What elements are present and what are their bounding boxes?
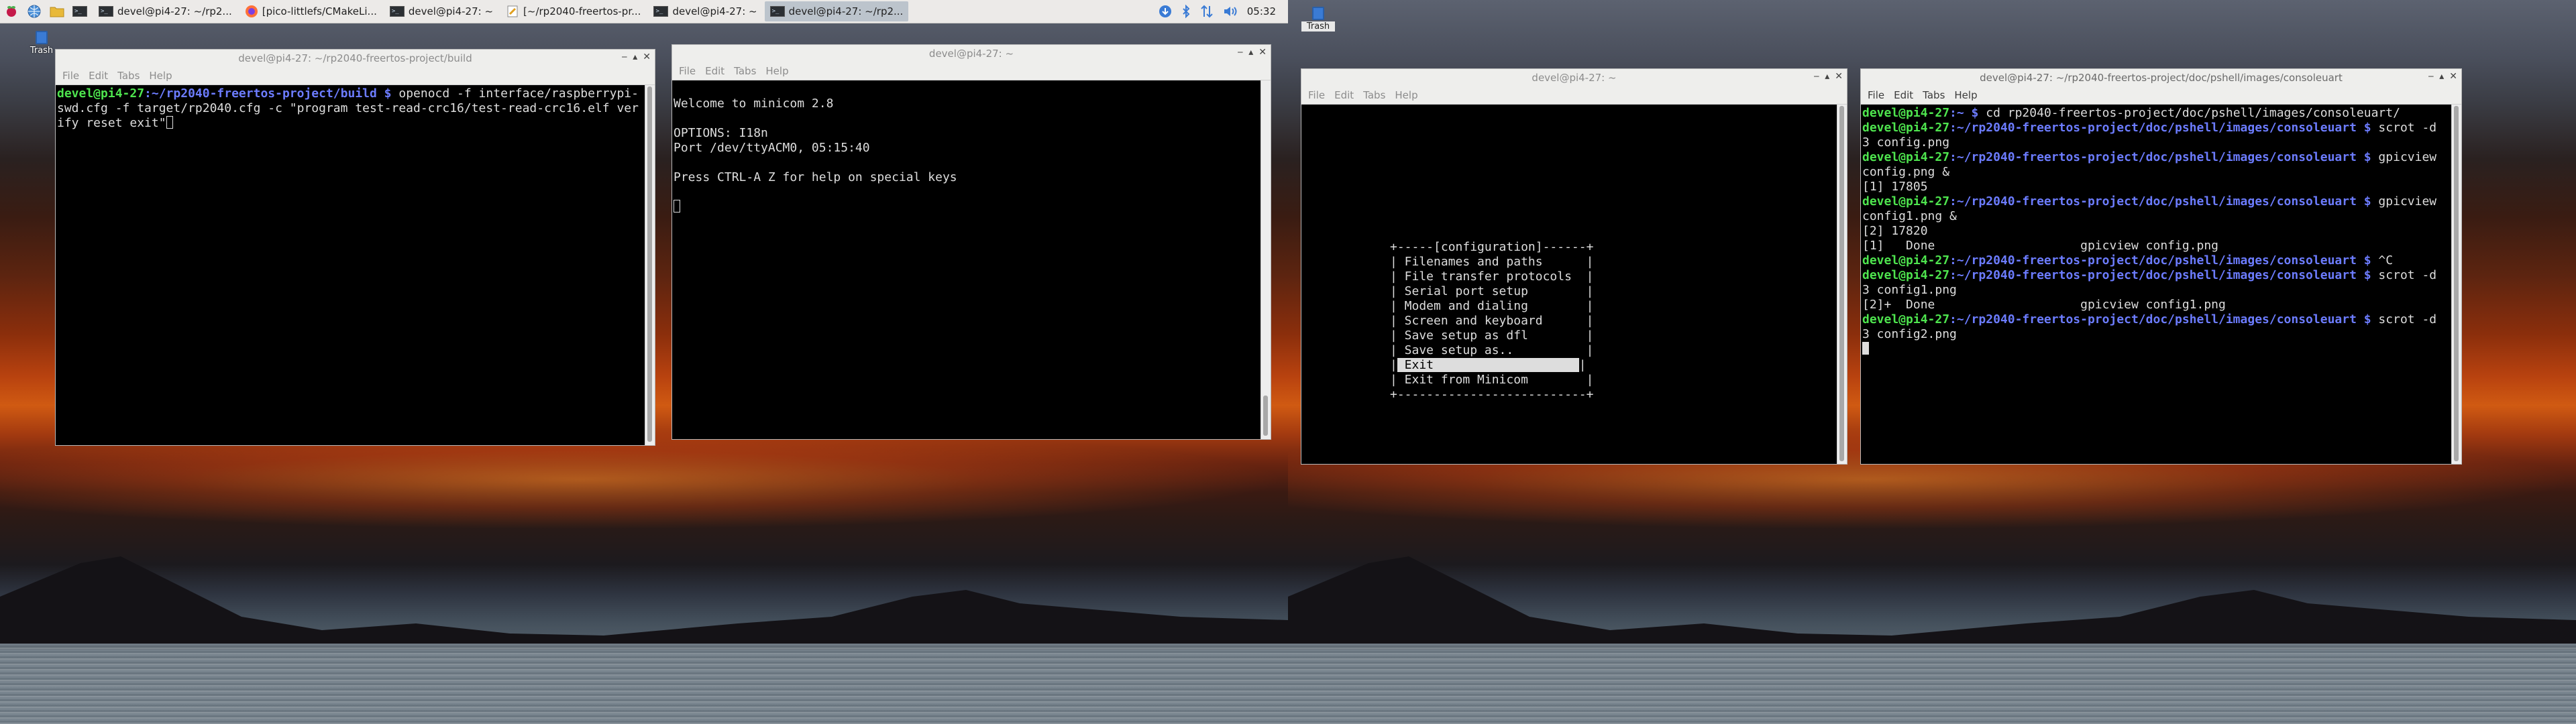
terminal-output[interactable]: devel@pi4-27:~ $ cd rp2040-freertos-proj… — [1861, 105, 2461, 464]
scrollbar-thumb[interactable] — [647, 86, 652, 442]
terminal-window-minicom-config[interactable]: devel@pi4-27: ~ ‒ ▴ ✕ File Edit Tabs Help … — [1301, 68, 1847, 465]
menu-tabs[interactable]: Tabs — [1923, 89, 1945, 101]
wallpaper-sea — [0, 644, 1288, 724]
desktop-right: Trash devel@pi4-27: ~ ‒ ▴ ✕ File Edit Tabs… — [1288, 0, 2576, 724]
window-titlebar[interactable]: devel@pi4-27: ~ ‒ ▴ ✕ — [1301, 69, 1847, 86]
menu-edit[interactable]: Edit — [1894, 89, 1913, 101]
desktop-left: >_ >_ devel@pi4-27: ~/rp2... [pico-little… — [0, 0, 1288, 724]
trash-icon — [1312, 7, 1324, 20]
trash-desktop-icon[interactable]: Trash — [25, 31, 58, 56]
menu-file[interactable]: File — [1868, 89, 1884, 101]
window-titlebar[interactable]: devel@pi4-27: ~/rp2040-freertos-project/… — [1861, 69, 2461, 86]
update-icon[interactable] — [1159, 5, 1172, 18]
terminal-window-shell[interactable]: devel@pi4-27: ~/rp2040-freertos-project/… — [1860, 68, 2462, 465]
taskbar-task-geany[interactable]: [~/rp2040-freertos-pr... — [500, 1, 646, 21]
trash-icon — [36, 31, 48, 44]
clock[interactable]: 05:32 — [1247, 5, 1276, 17]
taskbar-task-minicom[interactable]: >_ devel@pi4-27: ~ — [648, 1, 762, 21]
config-item-file-transfer[interactable]: | File transfer protocols | — [1390, 269, 1593, 284]
taskbar-task-terminal-home[interactable]: >_ devel@pi4-27: ~ — [384, 1, 498, 21]
terminal-window-minicom[interactable]: devel@pi4-27: ~ ‒ ▴ ✕ File Edit Tabs Help … — [672, 44, 1271, 440]
menu-file[interactable]: File — [62, 70, 79, 82]
terminal-launcher-icon[interactable]: >_ — [72, 3, 88, 19]
scrollbar[interactable] — [1837, 105, 1847, 464]
terminal-icon: >_ — [653, 6, 669, 17]
wallpaper-sea — [1288, 644, 2576, 724]
menu-tabs[interactable]: Tabs — [734, 65, 756, 77]
close-icon[interactable]: ✕ — [1835, 71, 1843, 82]
terminal-output[interactable]: Welcome to minicom 2.8 OPTIONS: I18n Por… — [672, 80, 1271, 439]
wallpaper-mountains — [1288, 556, 2576, 650]
network-icon[interactable] — [1200, 5, 1214, 18]
scrollbar[interactable] — [2451, 105, 2461, 464]
menu-edit[interactable]: Edit — [705, 65, 724, 77]
taskbar-task-shell[interactable]: >_ devel@pi4-27: ~/rp2... — [764, 1, 909, 21]
close-icon[interactable]: ✕ — [643, 52, 651, 62]
window-titlebar[interactable]: devel@pi4-27: ~/rp2040-freertos-project/… — [56, 50, 655, 67]
config-item-screen-keyboard[interactable]: | Screen and keyboard | — [1390, 314, 1593, 328]
scrollbar-thumb[interactable] — [1839, 106, 1844, 461]
menubar: File Edit Tabs Help — [1861, 86, 2461, 105]
system-tray: 05:32 — [1159, 5, 1288, 18]
config-item-filenames[interactable]: | Filenames and paths | — [1390, 255, 1593, 269]
terminal-icon: >_ — [99, 6, 113, 17]
config-item-serial-port[interactable]: | Serial port setup | — [1390, 284, 1593, 298]
terminal-icon: >_ — [389, 6, 405, 17]
menubar: File Edit Tabs Help — [672, 62, 1271, 80]
text-editor-icon — [507, 5, 518, 17]
raspberry-menu-icon[interactable] — [3, 3, 19, 19]
scrollbar-thumb[interactable] — [1263, 396, 1268, 436]
minimize-icon[interactable]: ‒ — [2428, 71, 2434, 82]
volume-icon[interactable] — [1223, 5, 1238, 18]
config-item-modem[interactable]: | Modem and dialing | — [1390, 299, 1593, 313]
close-icon[interactable]: ✕ — [1258, 47, 1267, 58]
terminal-output[interactable]: devel@pi4-27:~/rp2040-freertos-project/b… — [56, 85, 655, 445]
minimize-icon[interactable]: ‒ — [1813, 71, 1819, 82]
minicom-config-menu[interactable]: +-----[configuration]------+ | Filenames… — [1301, 105, 1847, 464]
menu-edit[interactable]: Edit — [1334, 89, 1354, 101]
minimize-icon[interactable]: ‒ — [621, 52, 627, 62]
firefox-icon — [245, 5, 258, 17]
maximize-icon[interactable]: ▴ — [633, 52, 637, 62]
close-icon[interactable]: ✕ — [2449, 71, 2457, 82]
scrollbar[interactable] — [1260, 80, 1271, 439]
menu-help[interactable]: Help — [149, 70, 172, 82]
menu-edit[interactable]: Edit — [89, 70, 108, 82]
web-browser-icon[interactable] — [26, 3, 42, 19]
menubar: File Edit Tabs Help — [56, 67, 655, 85]
menu-help[interactable]: Help — [765, 65, 788, 77]
config-item-exit[interactable]: Exit — [1397, 358, 1579, 372]
menu-file[interactable]: File — [679, 65, 696, 77]
text-cursor — [1862, 342, 1869, 355]
trash-desktop-icon[interactable]: Trash — [1301, 7, 1335, 32]
maximize-icon[interactable]: ▴ — [1248, 47, 1253, 58]
terminal-icon: >_ — [769, 6, 785, 17]
wallpaper-mountains — [0, 556, 1288, 650]
menubar: File Edit Tabs Help — [1301, 86, 1847, 105]
taskbar-task-firefox[interactable]: [pico-littlefs/CMakeLi... — [239, 1, 382, 21]
terminal-window-openocd[interactable]: devel@pi4-27: ~/rp2040-freertos-project/… — [55, 49, 655, 446]
minimize-icon[interactable]: ‒ — [1237, 47, 1243, 58]
menu-tabs[interactable]: Tabs — [1363, 89, 1385, 101]
menu-file[interactable]: File — [1308, 89, 1325, 101]
bluetooth-icon[interactable] — [1181, 5, 1191, 18]
scrollbar[interactable] — [645, 85, 655, 445]
file-manager-icon[interactable] — [49, 3, 65, 19]
taskbar-task-openocd[interactable]: >_ devel@pi4-27: ~/rp2... — [93, 1, 237, 21]
text-cursor — [166, 116, 173, 129]
taskbar: >_ >_ devel@pi4-27: ~/rp2... [pico-little… — [0, 0, 1288, 23]
config-item-save-dfl[interactable]: | Save setup as dfl | — [1390, 328, 1593, 343]
config-item-save-as[interactable]: | Save setup as.. | — [1390, 343, 1593, 357]
maximize-icon[interactable]: ▴ — [1825, 71, 1829, 82]
scrollbar-thumb[interactable] — [2454, 106, 2459, 461]
menu-tabs[interactable]: Tabs — [117, 70, 140, 82]
menu-help[interactable]: Help — [1395, 89, 1417, 101]
menu-help[interactable]: Help — [1954, 89, 1977, 101]
config-item-exit-minicom[interactable]: | Exit from Minicom | — [1390, 373, 1593, 387]
window-titlebar[interactable]: devel@pi4-27: ~ ‒ ▴ ✕ — [672, 45, 1271, 62]
maximize-icon[interactable]: ▴ — [2439, 71, 2444, 82]
text-cursor — [674, 200, 680, 213]
